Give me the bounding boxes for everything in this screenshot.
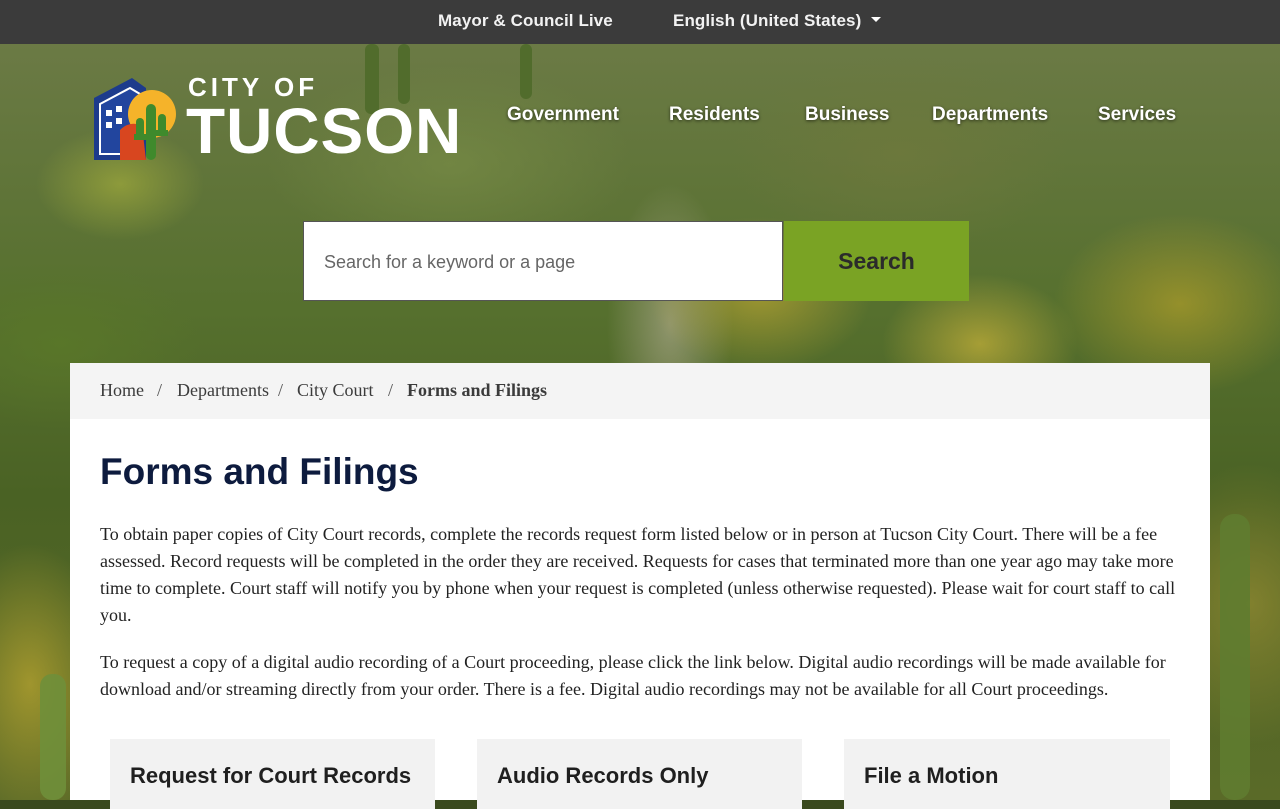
- chevron-down-icon: [871, 17, 882, 23]
- page-title: Forms and Filings: [100, 451, 419, 492]
- language-label: English (United States): [673, 11, 862, 30]
- logo-tucson: TUCSON: [186, 95, 463, 167]
- breadcrumb-separator: /: [278, 380, 284, 400]
- audio-paragraph: To request a copy of a digital audio rec…: [100, 652, 1166, 699]
- nav-departments[interactable]: Departments: [932, 104, 1048, 126]
- cactus-decoration: [40, 674, 66, 800]
- breadcrumb-separator: /: [157, 380, 163, 400]
- language-selector[interactable]: English (United States): [673, 11, 882, 31]
- breadcrumb-departments[interactable]: Departments: [177, 380, 269, 401]
- breadcrumb-city-court[interactable]: City Court: [297, 380, 374, 401]
- mayor-council-live-link[interactable]: Mayor & Council Live: [438, 11, 613, 31]
- card-title: File a Motion: [864, 763, 999, 788]
- city-seal-icon: [94, 78, 176, 160]
- card-audio-records[interactable]: Audio Records Only: [477, 739, 802, 809]
- nav-services[interactable]: Services: [1098, 104, 1176, 126]
- card-title: Request for Court Records: [130, 763, 412, 788]
- site-search: Search for a keyword or a page Search: [303, 221, 969, 303]
- cactus-decoration: [520, 44, 532, 99]
- search-input[interactable]: Search for a keyword or a page: [303, 221, 783, 301]
- breadcrumb-home[interactable]: Home: [100, 380, 144, 401]
- breadcrumb-separator: /: [388, 380, 394, 400]
- nav-business[interactable]: Business: [805, 104, 889, 126]
- breadcrumb: Home / Departments / City Court / Forms …: [70, 363, 1210, 419]
- breadcrumb-current: Forms and Filings: [407, 380, 548, 400]
- card-title: Audio Records Only: [497, 763, 709, 788]
- cactus-decoration: [1220, 514, 1250, 800]
- nav-residents[interactable]: Residents: [669, 104, 760, 126]
- search-button[interactable]: Search: [784, 221, 969, 301]
- card-request-court-records[interactable]: Request for Court Records: [110, 739, 435, 809]
- search-placeholder: Search for a keyword or a page: [324, 252, 576, 272]
- city-logo[interactable]: CITY OF TUCSON: [90, 72, 461, 166]
- nav-government[interactable]: Government: [507, 104, 619, 126]
- intro-paragraph: To obtain paper copies of City Court rec…: [100, 524, 1176, 625]
- content-panel: Home / Departments / City Court / Forms …: [70, 363, 1210, 809]
- card-file-motion[interactable]: File a Motion: [844, 739, 1170, 809]
- utility-bar: Mayor & Council Live English (United Sta…: [0, 0, 1280, 44]
